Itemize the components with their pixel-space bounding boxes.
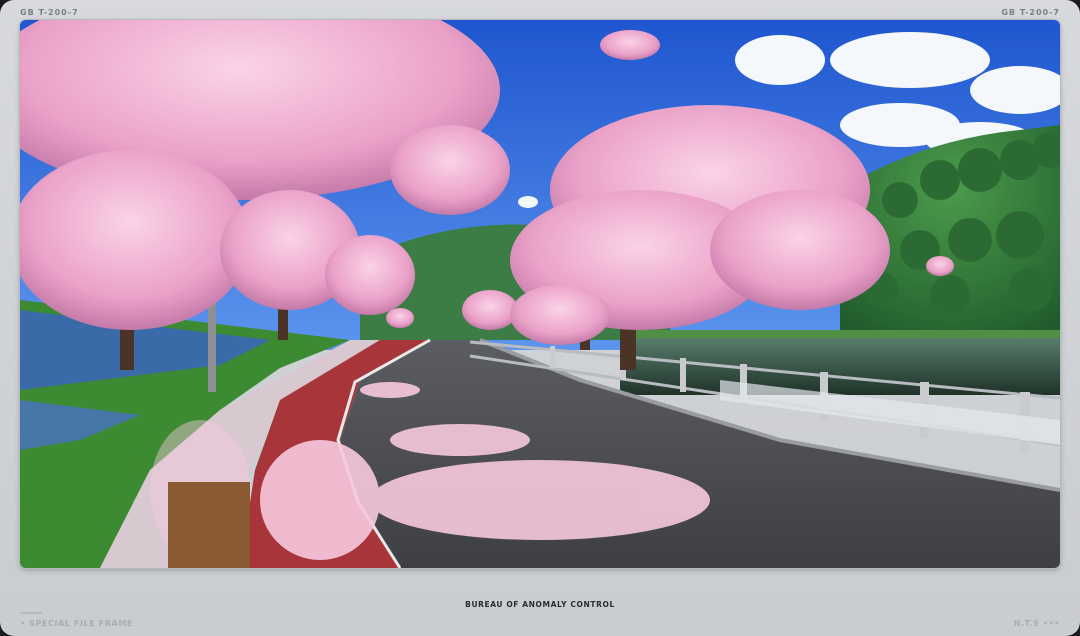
bench [168,482,250,568]
frame-footer-left: • SPECIAL FILE FRAME [20,612,133,628]
scene-image [20,20,1060,568]
footer-divider [20,612,42,614]
footer-left-label: • SPECIAL FILE FRAME [20,619,133,628]
frame-caption: BUREAU OF ANOMALY CONTROL [465,600,615,609]
frame-code-top-right: GB T-200-7 [1001,8,1060,17]
file-frame: GB T-200-7 GB T-200-7 BUREAU OF ANOMALY … [0,0,1080,636]
frame-footer-right: N.T.S ••• [1013,619,1060,628]
frame-code-top-left: GB T-200-7 [20,8,79,17]
